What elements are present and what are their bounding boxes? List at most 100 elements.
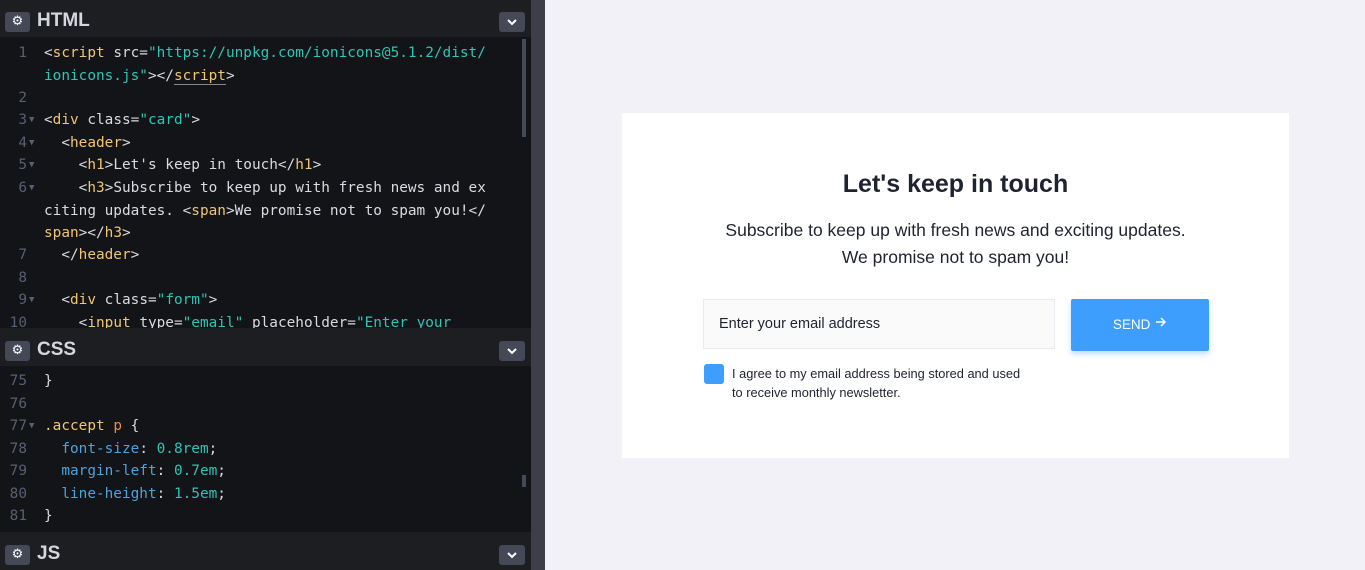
code-text: <div class="form"> xyxy=(44,289,494,312)
code-token: header xyxy=(70,135,122,151)
fold-toggle-icon[interactable]: ▼ xyxy=(29,132,34,155)
subheading-span: We promise not to spam you! xyxy=(841,247,1070,267)
code-token: ; xyxy=(217,486,226,502)
code-token: < xyxy=(44,315,88,328)
code-token: < xyxy=(44,180,88,196)
email-input[interactable] xyxy=(703,299,1055,349)
code-token: 0.7em xyxy=(173,463,218,479)
code-token: div xyxy=(70,292,96,308)
card-heading: Let's keep in touch xyxy=(842,170,1069,198)
send-label: SEND xyxy=(1112,317,1151,332)
code-token: h1 xyxy=(87,157,105,173)
code-text: } xyxy=(44,370,494,393)
css-pane: ⚙ CSS 75} 76 77 ▼ .accept p {78 font-size: 0… xyxy=(0,332,531,532)
code-token: h3 xyxy=(104,225,122,241)
code-token: h3 xyxy=(87,180,105,196)
html-pane-title: HTML xyxy=(37,10,90,31)
code-token: >We promise not to spam you!</ xyxy=(225,202,486,219)
js-pane-title: JS xyxy=(37,543,61,564)
line-number: 81 xyxy=(9,508,27,524)
code-editor: ⚙ HTML 1 <script src="https://unpkg.com/i… xyxy=(0,0,531,570)
html-settings-button[interactable]: ⚙ xyxy=(5,12,30,32)
css-code-area[interactable]: 75} 76 77 ▼ .accept p {78 font-size: 0.8rem;… xyxy=(0,366,531,532)
code-token: ></ xyxy=(147,67,174,84)
gear-icon: ⚙ xyxy=(11,14,24,29)
code-token: < xyxy=(44,112,53,128)
fold-toggle-icon[interactable]: ▼ xyxy=(29,415,34,438)
code-token: } xyxy=(44,373,53,389)
code-text: <h1>Let's keep in touch</h1> xyxy=(44,154,494,177)
agree-text: I agree to my email address being stored… xyxy=(732,366,1021,400)
code-token: script xyxy=(173,67,226,85)
line-number: 10 xyxy=(9,315,27,328)
code-token: < xyxy=(44,292,70,308)
chevron-down-icon xyxy=(507,348,517,355)
code-token: > xyxy=(121,135,131,151)
code-text: </header> xyxy=(44,244,494,267)
code-token: < xyxy=(44,45,53,61)
code-token: : xyxy=(156,463,174,479)
css-scrollbar[interactable] xyxy=(522,475,526,487)
html-collapse-button[interactable] xyxy=(499,12,525,32)
fold-toggle-icon[interactable]: ▼ xyxy=(29,109,34,132)
code-text: .accept p { xyxy=(44,415,494,438)
code-token: input xyxy=(87,315,131,328)
code-text: <script src="https://unpkg.com/ionicons@… xyxy=(44,42,494,87)
line-number: 6 xyxy=(18,180,27,196)
code-token: header xyxy=(78,247,131,263)
code-token: class= xyxy=(96,292,157,308)
line-number: 3 xyxy=(18,112,27,128)
code-text: <h3>Subscribe to keep up with fresh news… xyxy=(44,177,494,245)
line-number: 2 xyxy=(18,90,27,106)
css-settings-button[interactable]: ⚙ xyxy=(5,341,30,361)
code-token: { xyxy=(122,418,140,434)
code-token: < xyxy=(44,135,70,151)
html-pane: ⚙ HTML 1 <script src="https://unpkg.com/i… xyxy=(0,3,531,328)
code-token: h1 xyxy=(295,157,313,173)
gear-icon: ⚙ xyxy=(11,547,24,562)
resize-handle[interactable] xyxy=(531,0,545,570)
line-number: 7 xyxy=(18,247,27,263)
code-token: script xyxy=(52,45,105,61)
code-token: ; xyxy=(208,441,218,457)
code-text: line-height: 1.5em; xyxy=(44,483,494,506)
code-token: > xyxy=(225,67,235,84)
code-token: type= xyxy=(130,315,183,328)
html-pane-header: ⚙ HTML xyxy=(0,3,531,37)
line-number: 77 xyxy=(9,418,27,434)
code-token: .accept xyxy=(44,418,105,434)
subscribe-card: Let's keep in touch Subscribe to keep up… xyxy=(622,113,1289,458)
code-token: 1.5em xyxy=(173,486,218,502)
html-code-area[interactable]: 1 <script src="https://unpkg.com/ionicons… xyxy=(0,37,531,328)
subheading-text: Subscribe to keep up with fresh news and… xyxy=(725,220,1186,240)
code-token: > xyxy=(191,112,200,128)
code-token: >Let's keep in touch</ xyxy=(104,157,296,173)
code-token: font-size xyxy=(61,441,140,457)
html-scrollbar[interactable] xyxy=(522,39,526,137)
code-text: <header> xyxy=(44,132,494,155)
code-text: } xyxy=(44,505,494,528)
code-token: ; xyxy=(217,463,226,479)
js-collapse-button[interactable] xyxy=(499,545,525,565)
fold-toggle-icon[interactable]: ▼ xyxy=(29,289,34,312)
code-token: "Enter your xyxy=(355,315,452,328)
line-number: 78 xyxy=(9,441,27,457)
code-token: "email" xyxy=(182,315,244,328)
line-number: 1 xyxy=(18,45,27,61)
css-collapse-button[interactable] xyxy=(499,341,525,361)
line-number: 5 xyxy=(18,157,27,173)
fold-toggle-icon[interactable]: ▼ xyxy=(29,154,34,177)
fold-toggle-icon[interactable]: ▼ xyxy=(29,177,34,200)
code-token: > xyxy=(312,157,322,173)
code-text: <input type="email" placeholder="Enter y… xyxy=(44,312,494,328)
line-number: 80 xyxy=(9,486,27,502)
code-token: ></ xyxy=(78,225,105,241)
js-settings-button[interactable]: ⚙ xyxy=(5,545,30,565)
code-token: line-height xyxy=(61,486,157,502)
css-pane-title: CSS xyxy=(37,339,77,360)
agree-checkbox[interactable] xyxy=(704,364,724,384)
line-number: 76 xyxy=(9,396,27,412)
send-button[interactable]: SEND xyxy=(1071,299,1209,351)
